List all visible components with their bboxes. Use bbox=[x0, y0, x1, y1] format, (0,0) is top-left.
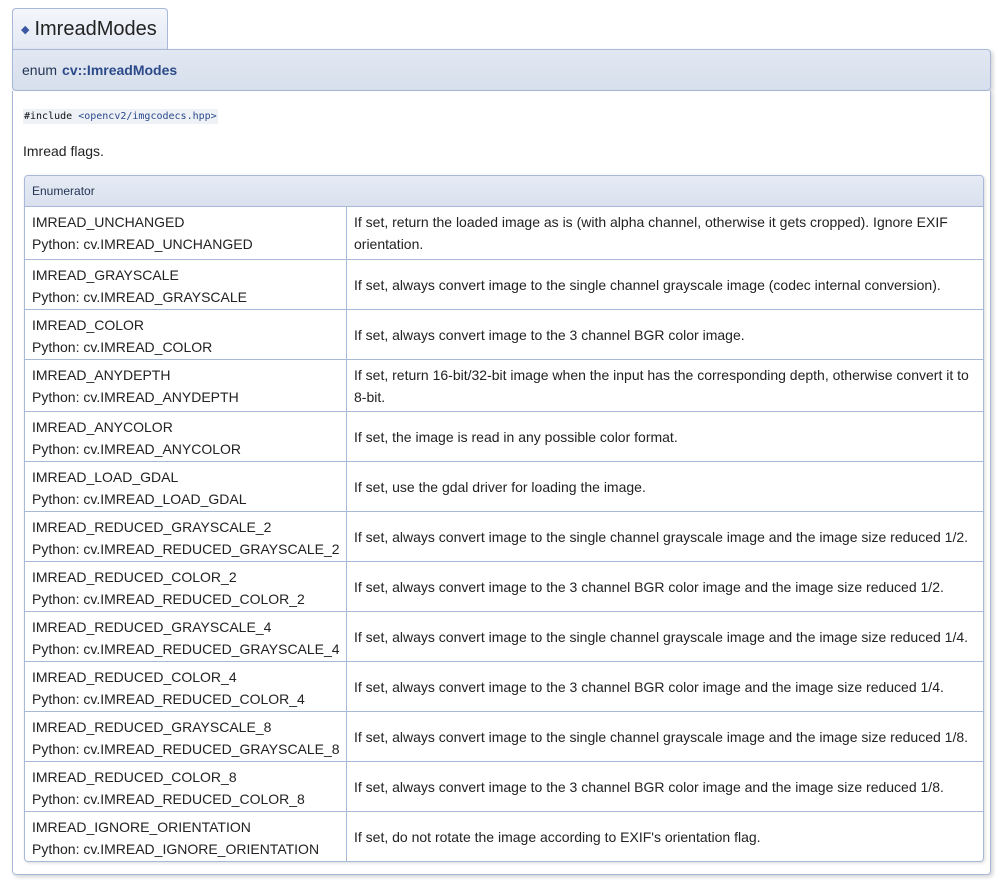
enumerator-python-name: Python: cv.IMREAD_REDUCED_COLOR_8 bbox=[32, 791, 305, 807]
enumerator-row: IMREAD_LOAD_GDAL Python: cv.IMREAD_LOAD_G… bbox=[25, 461, 983, 511]
enumerator-description-cell: If set, return 16-bit/32-bit image when … bbox=[347, 360, 983, 411]
enumerator-python-name: Python: cv.IMREAD_COLOR bbox=[32, 339, 213, 355]
enumerator-row: IMREAD_REDUCED_GRAYSCALE_2 Python: cv.IMR… bbox=[25, 511, 983, 561]
enumerator-name: IMREAD_COLOR bbox=[32, 317, 145, 333]
enumerator-name: IMREAD_REDUCED_COLOR_2 bbox=[32, 569, 237, 585]
enumerator-description-cell: If set, always convert image to the sing… bbox=[347, 260, 983, 309]
enumerator-name-cell: IMREAD_LOAD_GDAL Python: cv.IMREAD_LOAD_G… bbox=[25, 462, 347, 511]
enumerator-name: IMREAD_REDUCED_COLOR_8 bbox=[32, 769, 237, 785]
enumerator-python-name: Python: cv.IMREAD_GRAYSCALE bbox=[32, 289, 247, 305]
enumerator-python-name: Python: cv.IMREAD_ANYDEPTH bbox=[32, 389, 239, 405]
brief-description: Imread flags. bbox=[23, 143, 104, 159]
include-path-link[interactable]: <opencv2/imgcodecs.hpp> bbox=[78, 111, 216, 122]
enumerator-python-name: Python: cv.IMREAD_REDUCED_GRAYSCALE_8 bbox=[32, 741, 340, 757]
include-keyword: #include bbox=[24, 111, 73, 122]
enumerator-row: IMREAD_REDUCED_COLOR_2 Python: cv.IMREAD_… bbox=[25, 561, 983, 611]
enumerator-name-cell: IMREAD_REDUCED_GRAYSCALE_4 Python: cv.IMR… bbox=[25, 612, 347, 661]
enumerator-row: IMREAD_COLOR Python: cv.IMREAD_COLOR If se… bbox=[25, 309, 983, 359]
enumerator-python-name: Python: cv.IMREAD_REDUCED_GRAYSCALE_4 bbox=[32, 641, 340, 657]
section-title: ImreadModes bbox=[34, 18, 157, 40]
enumerator-description-cell: If set, always convert image to the 3 ch… bbox=[347, 762, 983, 811]
enumerator-description-cell: If set, always convert image to the sing… bbox=[347, 612, 983, 661]
enumerator-name: IMREAD_ANYCOLOR bbox=[32, 419, 173, 435]
enumerator-row: IMREAD_REDUCED_COLOR_8 Python: cv.IMREAD_… bbox=[25, 761, 983, 811]
enumerator-description: If set, always convert image to the 3 ch… bbox=[354, 778, 944, 795]
enumerator-name: IMREAD_GRAYSCALE bbox=[32, 267, 179, 283]
enumerator-name: IMREAD_REDUCED_COLOR_4 bbox=[32, 669, 237, 685]
enumerator-description: If set, always convert image to the 3 ch… bbox=[354, 326, 745, 343]
enumerator-row: IMREAD_REDUCED_GRAYSCALE_4 Python: cv.IMR… bbox=[25, 611, 983, 661]
enumerator-name: IMREAD_ANYDEPTH bbox=[32, 367, 171, 383]
member-documentation: #include <opencv2/imgcodecs.hpp> Imread … bbox=[12, 91, 991, 875]
enumerator-description-cell: If set, always convert image to the 3 ch… bbox=[347, 662, 983, 711]
enum-keyword: enum bbox=[22, 62, 58, 78]
enumerator-name-cell: IMREAD_ANYDEPTH Python: cv.IMREAD_ANYDEPT… bbox=[25, 360, 347, 411]
member-prototype: enum cv::ImreadModes bbox=[12, 49, 991, 91]
enumerator-name-cell: IMREAD_REDUCED_GRAYSCALE_8 Python: cv.IMR… bbox=[25, 712, 347, 761]
enumerator-row: IMREAD_ANYCOLOR Python: cv.IMREAD_ANYCOLO… bbox=[25, 411, 983, 461]
enumerator-description: If set, always convert image to the 3 ch… bbox=[354, 578, 944, 595]
enum-name: cv::ImreadModes bbox=[62, 62, 178, 78]
enumerator-description-cell: If set, use the gdal driver for loading … bbox=[347, 462, 983, 511]
enumerator-name-cell: IMREAD_REDUCED_COLOR_8 Python: cv.IMREAD_… bbox=[25, 762, 347, 811]
enumerator-description: If set, use the gdal driver for loading … bbox=[354, 478, 646, 495]
enumerator-name-cell: IMREAD_REDUCED_COLOR_2 Python: cv.IMREAD_… bbox=[25, 562, 347, 611]
anchor-diamond-icon[interactable]: ◆ bbox=[21, 23, 29, 36]
enumerator-description: If set, do not rotate the image accordin… bbox=[354, 828, 761, 845]
enumerator-name: IMREAD_UNCHANGED bbox=[32, 214, 185, 230]
enumerator-description: If set, always convert image to the sing… bbox=[354, 528, 969, 545]
enumerator-table: Enumerator IMREAD_UNCHANGED Python: cv.IM… bbox=[24, 175, 984, 862]
enumerator-description: If set, return the loaded image as is (w… bbox=[354, 214, 948, 252]
enumerator-description-cell: If set, the image is read in any possibl… bbox=[347, 412, 983, 461]
enumerator-description-cell: If set, always convert image to the sing… bbox=[347, 512, 983, 561]
enumerator-name-cell: IMREAD_GRAYSCALE Python: cv.IMREAD_GRAYSC… bbox=[25, 260, 347, 309]
enumerator-name-cell: IMREAD_UNCHANGED Python: cv.IMREAD_UNCHAN… bbox=[25, 207, 347, 259]
enumerator-name: IMREAD_IGNORE_ORIENTATION bbox=[32, 819, 251, 835]
enumerator-description: If set, always convert image to the sing… bbox=[354, 628, 969, 645]
enumerator-python-name: Python: cv.IMREAD_REDUCED_COLOR_2 bbox=[32, 591, 305, 607]
enumerator-name: IMREAD_REDUCED_GRAYSCALE_8 bbox=[32, 719, 272, 735]
enumerator-description: If set, always convert image to the 3 ch… bbox=[354, 678, 944, 695]
enumerator-python-name: Python: cv.IMREAD_IGNORE_ORIENTATION bbox=[32, 841, 320, 857]
enumerator-python-name: Python: cv.IMREAD_UNCHANGED bbox=[32, 236, 253, 252]
enumerator-description-cell: If set, always convert image to the sing… bbox=[347, 712, 983, 761]
enumerator-description-cell: If set, do not rotate the image accordin… bbox=[347, 812, 983, 861]
enumerator-row: IMREAD_ANYDEPTH Python: cv.IMREAD_ANYDEPT… bbox=[25, 359, 983, 411]
enumerator-row: IMREAD_REDUCED_GRAYSCALE_8 Python: cv.IMR… bbox=[25, 711, 983, 761]
enumerator-description: If set, return 16-bit/32-bit image when … bbox=[354, 366, 969, 405]
enumerator-name: IMREAD_REDUCED_GRAYSCALE_2 bbox=[32, 519, 272, 535]
enumerator-row: IMREAD_IGNORE_ORIENTATION Python: cv.IMRE… bbox=[25, 811, 983, 861]
section-tab[interactable]: ◆ ImreadModes bbox=[12, 8, 168, 50]
enumerator-rows: IMREAD_UNCHANGED Python: cv.IMREAD_UNCHAN… bbox=[25, 207, 983, 861]
enumerator-row: IMREAD_UNCHANGED Python: cv.IMREAD_UNCHAN… bbox=[25, 207, 983, 259]
enumerator-name: IMREAD_LOAD_GDAL bbox=[32, 469, 179, 485]
enumerator-python-name: Python: cv.IMREAD_REDUCED_COLOR_4 bbox=[32, 691, 305, 707]
enumerator-description: If set, always convert image to the sing… bbox=[354, 728, 969, 745]
enumerator-name-cell: IMREAD_IGNORE_ORIENTATION Python: cv.IMRE… bbox=[25, 812, 347, 861]
enumerator-description-cell: If set, return the loaded image as is (w… bbox=[347, 207, 983, 259]
include-directive: #include <opencv2/imgcodecs.hpp> bbox=[23, 109, 218, 124]
enumerator-name: IMREAD_REDUCED_GRAYSCALE_4 bbox=[32, 619, 272, 635]
enumerator-description-cell: If set, always convert image to the 3 ch… bbox=[347, 562, 983, 611]
enumerator-table-header: Enumerator bbox=[25, 176, 983, 207]
enumerator-python-name: Python: cv.IMREAD_LOAD_GDAL bbox=[32, 491, 247, 507]
enumerator-description: If set, always convert image to the sing… bbox=[354, 276, 941, 293]
enumerator-name-cell: IMREAD_COLOR Python: cv.IMREAD_COLOR bbox=[25, 310, 347, 359]
enumerator-row: IMREAD_GRAYSCALE Python: cv.IMREAD_GRAYSC… bbox=[25, 259, 983, 309]
enumerator-row: IMREAD_REDUCED_COLOR_4 Python: cv.IMREAD_… bbox=[25, 661, 983, 711]
enumerator-python-name: Python: cv.IMREAD_ANYCOLOR bbox=[32, 441, 242, 457]
enumerator-name-cell: IMREAD_REDUCED_GRAYSCALE_2 Python: cv.IMR… bbox=[25, 512, 347, 561]
enumerator-description-cell: If set, always convert image to the 3 ch… bbox=[347, 310, 983, 359]
enumerator-name-cell: IMREAD_REDUCED_COLOR_4 Python: cv.IMREAD_… bbox=[25, 662, 347, 711]
enumerator-python-name: Python: cv.IMREAD_REDUCED_GRAYSCALE_2 bbox=[32, 541, 340, 557]
enumerator-name-cell: IMREAD_ANYCOLOR Python: cv.IMREAD_ANYCOLO… bbox=[25, 412, 347, 461]
enumerator-description: If set, the image is read in any possibl… bbox=[354, 428, 678, 445]
